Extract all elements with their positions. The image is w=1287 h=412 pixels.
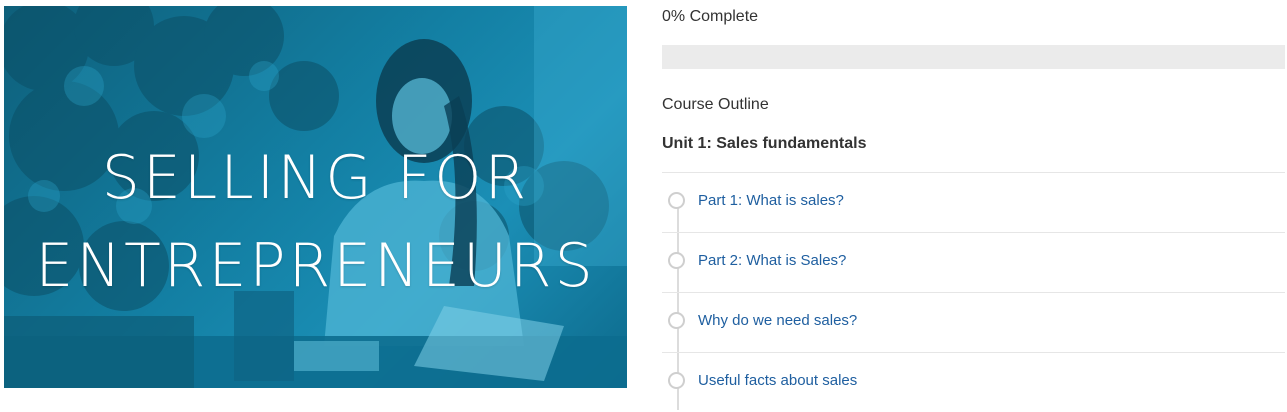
progress-bar xyxy=(662,45,1285,69)
lesson-item[interactable]: Useful facts about sales xyxy=(662,352,1285,412)
lesson-item[interactable]: Why do we need sales? xyxy=(662,292,1285,352)
lesson-list: Part 1: What is sales? Part 2: What is S… xyxy=(662,172,1285,412)
course-hero-image: SELLING FOR ENTREPRENEURS xyxy=(4,6,627,388)
lesson-link[interactable]: Useful facts about sales xyxy=(698,372,857,389)
lesson-item[interactable]: Part 2: What is Sales? xyxy=(662,232,1285,292)
course-title: SELLING FOR ENTREPRENEURS xyxy=(4,134,627,310)
course-title-line-1: SELLING FOR xyxy=(101,143,530,213)
lesson-status-circle-icon xyxy=(668,252,685,269)
course-outline-heading: Course Outline xyxy=(662,96,769,113)
course-title-line-2: ENTREPRENEURS xyxy=(35,231,596,301)
lesson-status-circle-icon xyxy=(668,372,685,389)
lesson-link[interactable]: Why do we need sales? xyxy=(698,312,857,329)
lesson-link[interactable]: Part 1: What is sales? xyxy=(698,192,844,209)
lesson-link[interactable]: Part 2: What is Sales? xyxy=(698,252,846,269)
progress-text: 0% Complete xyxy=(662,8,759,25)
unit-title: Unit 1: Sales fundamentals xyxy=(662,135,867,152)
lesson-status-circle-icon xyxy=(668,192,685,209)
lesson-status-circle-icon xyxy=(668,312,685,329)
lesson-item[interactable]: Part 1: What is sales? xyxy=(662,172,1285,232)
